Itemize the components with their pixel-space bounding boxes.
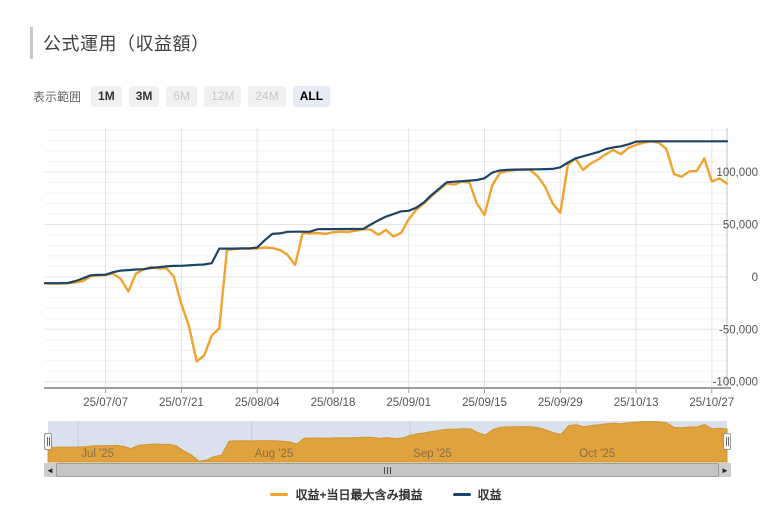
legend-item-unrealized[interactable]: 収益+当日最大含み損益 — [270, 486, 423, 503]
navigator-month-label: Oct '25 — [579, 448, 615, 460]
chart-page: 公式運用（収益額） 表示範囲 1M 3M 6M 12M 24M ALL 25/0… — [0, 0, 763, 508]
scrollbar-right-arrow-icon[interactable]: ► — [719, 463, 731, 477]
scrollbar-left-arrow-icon[interactable]: ◄ — [44, 463, 56, 477]
navigator-month-label: Jul '25 — [81, 448, 114, 460]
profit-series-swatch-icon — [452, 493, 471, 496]
x-axis-label: 25/10/27 — [689, 397, 734, 409]
chart-plot-area[interactable] — [45, 128, 727, 388]
y-axis-label: 50,000 — [723, 220, 758, 232]
y-axis-label: 0 — [752, 272, 758, 284]
x-axis-label: 25/10/13 — [614, 397, 659, 409]
x-axis-label: 25/07/07 — [83, 397, 128, 409]
unrealized-series-swatch-icon — [270, 493, 289, 496]
scrollbar-track[interactable] — [56, 463, 719, 477]
x-axis-label: 25/09/01 — [386, 397, 431, 409]
navigator-left-handle[interactable] — [44, 433, 52, 450]
chart-legend: 収益+当日最大含み損益 収益 — [45, 486, 727, 503]
x-axis-label: 25/08/18 — [311, 397, 356, 409]
x-axis-label: 25/09/29 — [538, 397, 583, 409]
legend-item-label: 収益+当日最大含み損益 — [295, 488, 423, 502]
navigator-scrollbar: ◄ ► — [44, 463, 731, 477]
navigator-month-label: Aug '25 — [255, 448, 294, 460]
x-axis-label: 25/07/21 — [159, 397, 204, 409]
legend-item-label: 収益 — [477, 488, 502, 502]
legend-item-profit[interactable]: 収益 — [452, 486, 502, 503]
navigator-month-label: Sep '25 — [413, 448, 452, 460]
scrollbar-thumb[interactable] — [56, 463, 719, 477]
x-axis-label: 25/08/04 — [235, 397, 280, 409]
x-axis-label: 25/09/15 — [462, 397, 507, 409]
navigator-right-handle[interactable] — [723, 433, 731, 450]
